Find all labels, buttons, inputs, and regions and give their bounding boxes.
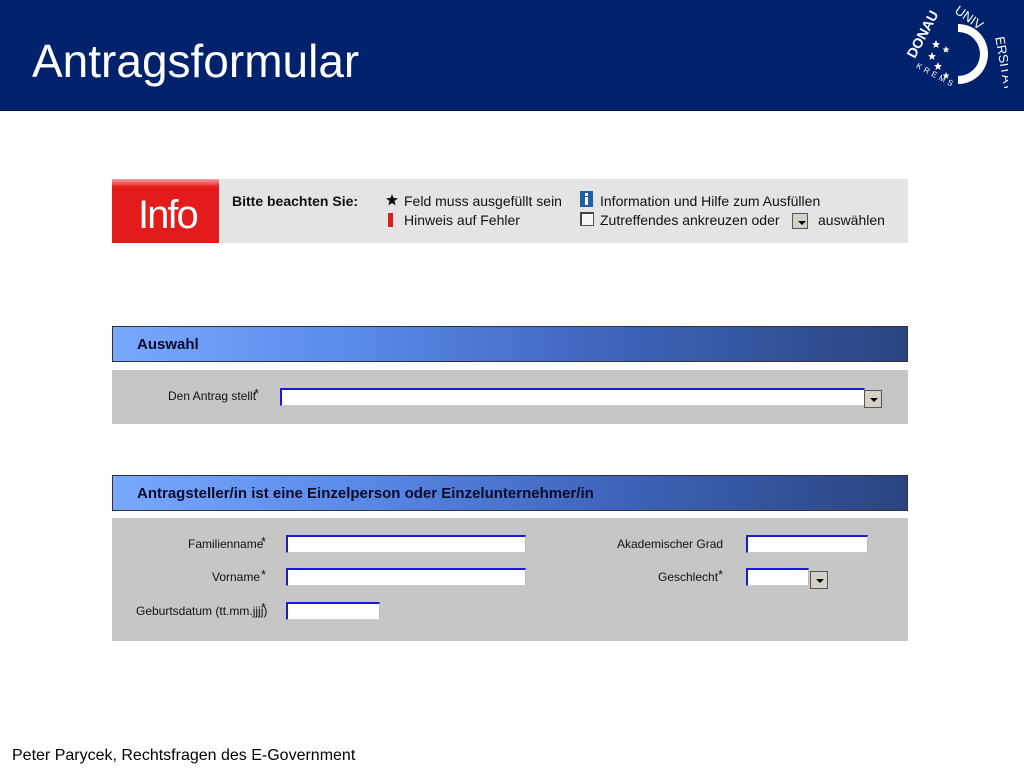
asterisk-icon: [386, 194, 398, 206]
akademischer-grad-input[interactable]: [746, 535, 868, 553]
legend-help: Information und Hilfe zum Ausfüllen: [600, 193, 821, 209]
familienname-label: Familienname: [188, 537, 264, 551]
akademischer-grad-label: Akademischer Grad: [617, 537, 724, 551]
exclamation-icon: [388, 213, 393, 227]
geschlecht-label: Geschlecht: [658, 570, 719, 584]
antrag-stellt-dropdown-button[interactable]: [864, 390, 882, 408]
section-header-auswahl: Auswahl: [112, 326, 908, 362]
donau-universitaet-krems-logo: DONAU UNIV ERSITÄT KREMS: [903, 3, 1008, 92]
legend-checkbox: Zutreffendes ankreuzen oder: [600, 212, 780, 228]
section-title: Antragsteller/in ist eine Einzelperson o…: [137, 485, 594, 502]
geschlecht-dropdown-button[interactable]: [810, 571, 828, 589]
checkbox-icon: [580, 212, 594, 226]
legend-required: Feld muss ausgefüllt sein: [404, 193, 562, 209]
geburtsdatum-label: Geburtsdatum (tt.mm.jjjj): [136, 604, 268, 618]
vorname-label: Vorname: [212, 570, 261, 584]
slide-header: Antragsformular DONAU UNIV ERSITÄT KREMS: [0, 0, 1024, 111]
section-body-person: Familienname * Vorname * Geburtsdatum (t…: [112, 518, 908, 641]
info-heading: Bitte beachten Sie:: [232, 193, 359, 209]
legend-select: auswählen: [818, 212, 885, 228]
antrag-stellt-label: Den Antrag stellt: [168, 389, 257, 403]
required-marker: *: [261, 534, 267, 549]
required-marker: *: [261, 600, 267, 615]
antrag-stellt-select[interactable]: [280, 388, 865, 406]
geburtsdatum-input[interactable]: [286, 602, 380, 620]
required-marker: *: [718, 567, 724, 582]
info-badge: Info: [112, 179, 219, 243]
dropdown-icon: [792, 213, 808, 229]
vorname-input[interactable]: [286, 568, 526, 586]
section-header-person: Antragsteller/in ist eine Einzelperson o…: [112, 475, 908, 511]
familienname-input[interactable]: [286, 535, 526, 553]
section-title: Auswahl: [137, 336, 199, 353]
required-marker: *: [254, 386, 260, 401]
svg-text:DONAU: DONAU: [903, 8, 941, 61]
svg-text:ERSITÄT: ERSITÄT: [992, 35, 1008, 92]
info-icon: [580, 191, 593, 207]
slide-title: Antragsformular: [32, 35, 360, 87]
required-marker: *: [261, 567, 267, 582]
info-legend-panel: Info Bitte beachten Sie: Feld muss ausge…: [112, 179, 908, 243]
legend-error: Hinweis auf Fehler: [404, 212, 520, 228]
slide-footer: Peter Parycek, Rechtsfragen des E-Govern…: [12, 747, 356, 764]
section-body-auswahl: Den Antrag stellt *: [112, 370, 908, 424]
geschlecht-select[interactable]: [746, 568, 809, 586]
